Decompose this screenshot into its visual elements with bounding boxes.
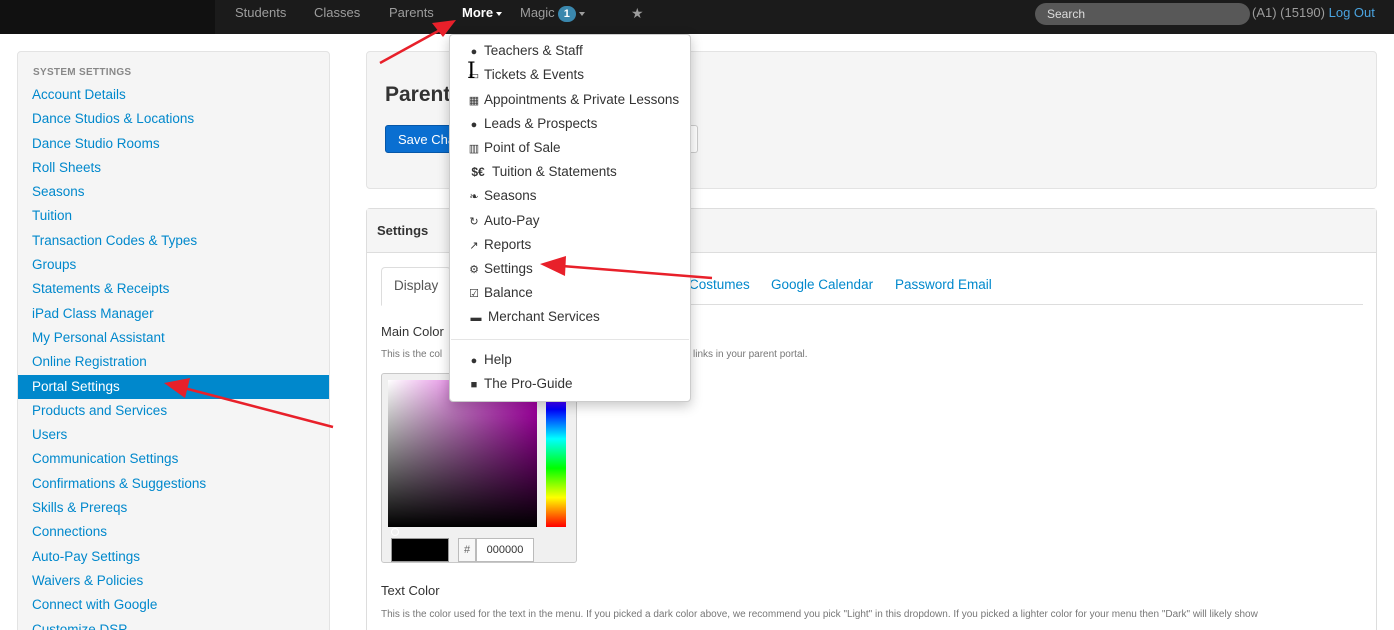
arrow-to-portal-settings — [164, 378, 334, 429]
arrow-to-settings-item — [540, 256, 713, 280]
annotation-arrows — [164, 20, 713, 429]
arrow-to-more-menu — [379, 20, 456, 65]
